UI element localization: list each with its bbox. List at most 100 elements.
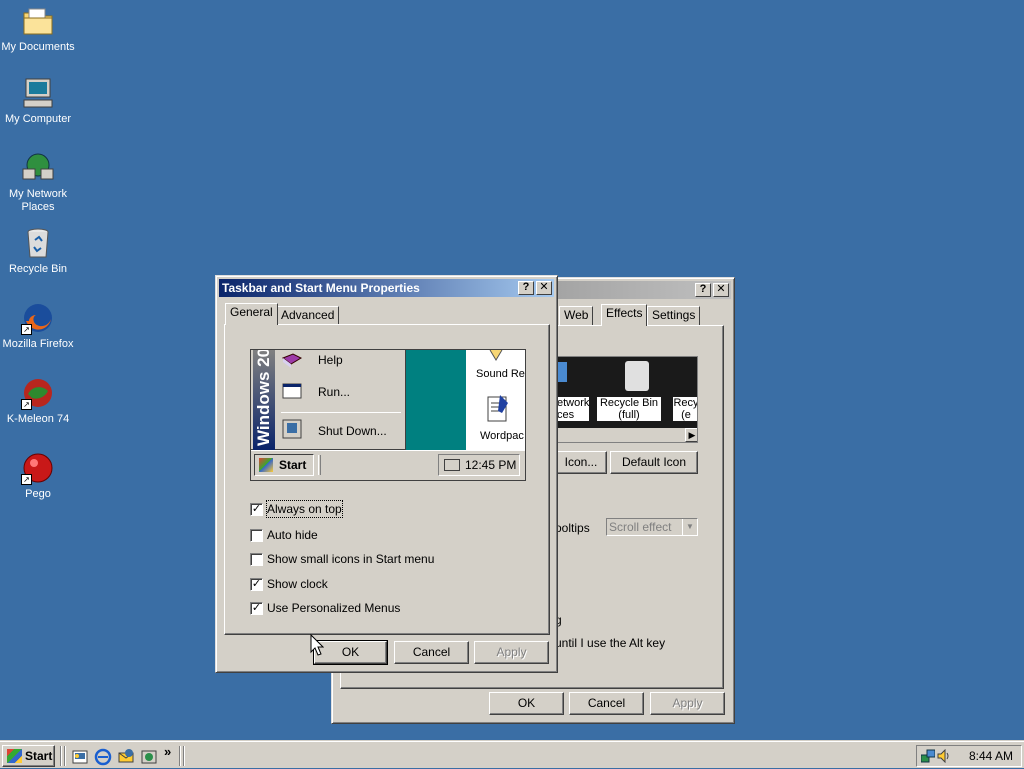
show-desktop-icon[interactable] [71,748,89,766]
help-book-icon [281,352,303,370]
checkbox-auto-hide[interactable] [250,529,263,542]
desktop-icon-label: My Documents [1,41,75,53]
tab-effects[interactable]: Effects [601,304,648,326]
volume-icon[interactable] [937,748,951,764]
internet-explorer-icon[interactable] [94,748,112,766]
system-tray: 8:44 AM [916,745,1022,767]
tab-settings[interactable]: Settings [647,306,701,325]
option-label: Use Personalized Menus [267,601,401,615]
tab-general[interactable]: General [225,303,278,325]
preview-item-label: Sound Re [476,368,525,380]
desktop-icon-mozilla-firefox[interactable]: ↗ Mozilla Firefox [0,301,76,351]
quicklaunch-chevron[interactable]: » [164,744,171,759]
effect-option-label: until I use the Alt key [555,636,666,650]
tab-web[interactable]: Web [559,306,594,325]
desktop-icon-my-network-places[interactable]: My Network Places [0,151,76,214]
checkbox-personalized-menus[interactable]: ✓ [250,602,263,615]
checkbox-show-clock[interactable]: ✓ [250,578,263,591]
taskbar-preview: Windows 2000 Help Run... Shut Down... So… [250,349,526,481]
scroll-effect-select[interactable]: Scroll effect ▼ [606,518,698,536]
pego-icon: ↗ [21,451,55,485]
recycle-bin-icon [21,226,55,260]
preview-start-menu: Windows 2000 Help Run... Shut Down... [251,350,406,450]
firefox-icon: ↗ [21,301,55,335]
desktop-icon-label: Recycle Bin [8,263,68,275]
desktop-icons-preview: etwork ces Recycle Bin (full) Recy (e ▶ [556,356,698,443]
checkbox-small-icons[interactable] [250,553,263,566]
dialog-title: Taskbar and Start Menu Properties [222,281,420,295]
k-meleon-icon: ↗ [21,376,55,410]
desktop-icon-my-documents[interactable]: My Documents [0,4,76,54]
checkbox-always-on-top[interactable]: ✓ [250,503,263,516]
taskbar-separator [60,746,62,766]
shortcut-arrow-icon: ↗ [21,474,32,485]
preview-scrollbar[interactable]: ▶ [557,428,697,442]
preview-clock: 12:45 PM [465,458,517,472]
desktop-icon-label: My Computer [4,113,72,125]
back-cancel-button[interactable]: Cancel [569,692,644,715]
mouse-pointer-icon [310,633,325,656]
desktop-icon-label: Pego [25,488,51,500]
back-ok-button[interactable]: OK [489,692,564,715]
preview-tray: 12:45 PM [438,454,520,476]
preview-label: Recy (e [673,397,698,421]
desktop-icon-my-computer[interactable]: My Computer [0,76,76,126]
desktop-icon-k-meleon[interactable]: ↗ K-Meleon 74 [0,376,76,426]
cancel-button[interactable]: Cancel [394,641,469,664]
outlook-express-icon[interactable] [117,748,135,766]
tooltips-label: ooltips [555,521,590,535]
shortcut-arrow-icon: ↗ [21,324,32,335]
ok-button[interactable]: OK [313,640,388,665]
menu-item-help: Help [318,353,343,367]
folder-icon [21,4,55,38]
help-button[interactable]: ? [695,283,711,297]
dialog-titlebar: Taskbar and Start Menu Properties ? ✕ [219,279,554,297]
tab-advanced[interactable]: Advanced [276,306,340,325]
option-label: Always on top [266,500,343,518]
help-button[interactable]: ? [518,281,534,295]
back-apply-button: Apply [650,692,725,715]
windows-logo-icon [7,749,22,763]
desktop-icon-recycle-bin[interactable]: Recycle Bin [0,226,76,276]
scroll-effect-value: Scroll effect [609,520,672,534]
wordpad-icon [486,393,510,425]
close-button[interactable]: ✕ [713,283,729,297]
shortcut-arrow-icon: ↗ [21,399,32,410]
start-button[interactable]: Start [2,745,55,767]
chevron-down-icon: ▼ [682,519,697,535]
preview-start-label: Start [279,458,307,472]
preview-taskbar: Start 12:45 PM [251,450,525,480]
desktop-icon-label: K-Meleon 74 [6,413,70,425]
preview-desktop-area: Sound Re Wordpac [466,350,525,450]
desktop-icon-label: My Network Places [8,188,68,213]
preview-start-banner: Windows 2000 [253,350,275,450]
scroll-right-icon[interactable]: ▶ [685,428,697,442]
general-panel: Windows 2000 Help Run... Shut Down... So… [224,324,550,635]
menu-separator [281,412,401,413]
option-label: Show small icons in Start menu [267,552,435,566]
menu-item-shut-down: Shut Down... [318,424,387,438]
close-button[interactable]: ✕ [536,281,552,295]
windows-brand: Windows 2000 [254,350,273,446]
apply-button: Apply [474,641,549,664]
taskbar-properties-dialog: Taskbar and Start Menu Properties ? ✕ Ge… [215,275,558,673]
taskbar-separator [179,746,181,766]
preview-start-button: Start [254,454,314,476]
network-status-icon[interactable] [920,749,936,763]
desktop-icon-pego[interactable]: ↗ Pego [0,451,76,501]
taskbar-grip[interactable] [183,746,185,766]
run-icon [281,380,303,400]
menu-item-run: Run... [318,385,351,399]
change-icon-button[interactable]: Icon... [555,451,607,474]
preview-label: etwork ces [557,397,590,421]
network-icon [21,151,55,185]
media-player-icon[interactable] [140,748,158,766]
quicklaunch-grip[interactable] [64,746,66,766]
preview-taskbar-grip [318,455,321,475]
taskbar-clock[interactable]: 8:44 AM [969,746,1013,766]
preview-label: Recycle Bin (full) [597,397,661,421]
option-label: Auto hide [267,528,318,542]
printer-icon [444,459,460,471]
taskbar: Start » 8:44 AM [0,740,1024,768]
default-icon-button[interactable]: Default Icon [610,451,698,474]
